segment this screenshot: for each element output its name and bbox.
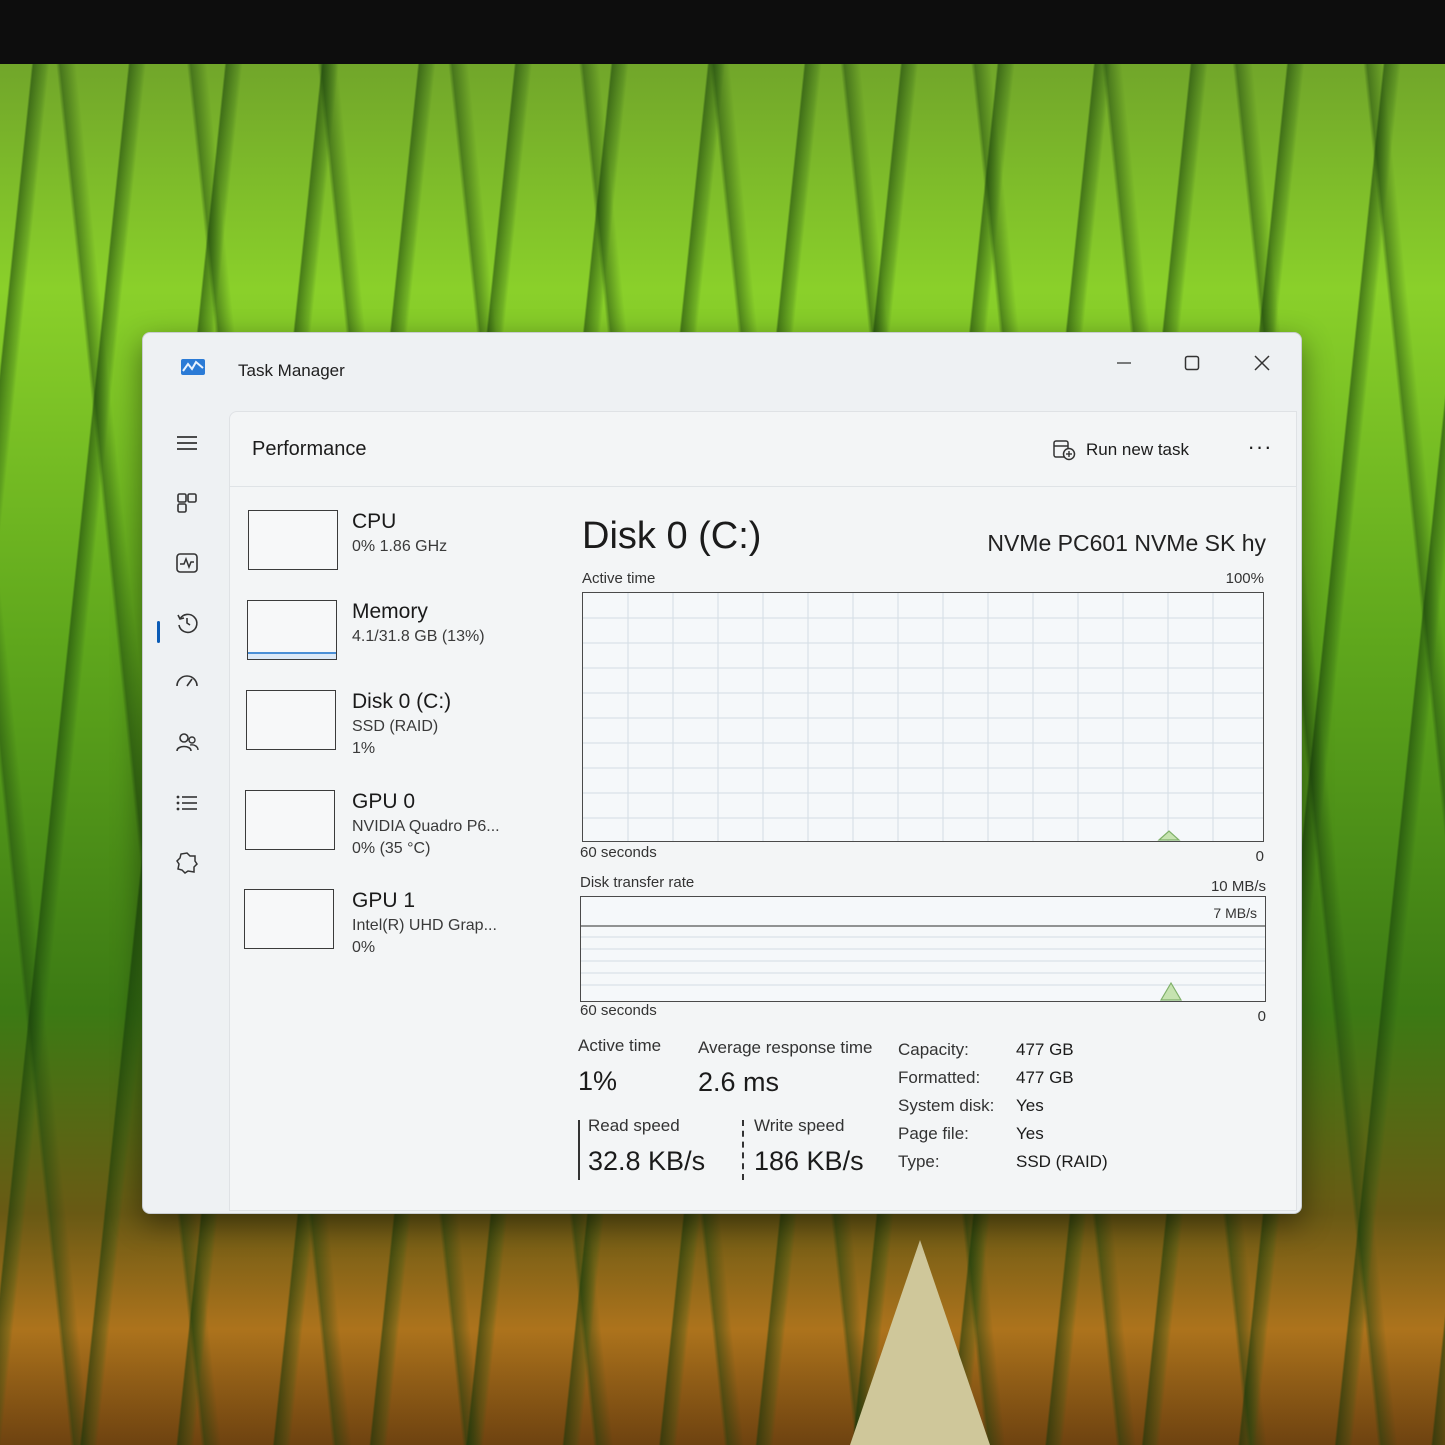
active-time-graph-span: 60 seconds (580, 844, 657, 861)
window-title: Task Manager (238, 361, 345, 380)
minimize-icon (1117, 362, 1131, 364)
transfer-graph-max: 10 MB/s (1210, 878, 1266, 895)
task-manager-app-icon (181, 359, 205, 375)
transfer-graph-marker: 7 MB/s (1213, 905, 1257, 921)
page-file-value: Yes (1016, 1124, 1044, 1143)
menu-button[interactable] (163, 423, 211, 463)
active-time-graph-max: 100% (1225, 570, 1264, 587)
gpu0-thumbnail-graph (245, 790, 335, 850)
write-speed-value: 186 KB/s (754, 1146, 864, 1176)
device-name: GPU 0 (352, 790, 416, 813)
details-icon (176, 795, 197, 811)
type-value: SSD (RAID) (1016, 1152, 1108, 1171)
device-detail: SSD (RAID) (352, 718, 439, 735)
device-item-memory[interactable]: Memory 4.1/31.8 GB (13%) (246, 600, 576, 674)
active-time-graph (582, 592, 1264, 842)
device-detail: NVIDIA Quadro P6... (352, 818, 500, 835)
active-time-stat-value: 1% (578, 1066, 618, 1096)
system-disk-value: Yes (1016, 1096, 1044, 1115)
run-new-task-button[interactable]: Run new task (1052, 436, 1189, 464)
close-icon (1254, 355, 1270, 371)
maximize-button[interactable] (1169, 343, 1215, 383)
startup-apps-icon (176, 675, 198, 687)
page-title: Performance (252, 438, 367, 460)
read-speed-legend-bar (578, 1120, 580, 1180)
capacity-label: Capacity: (898, 1040, 969, 1059)
device-detail: Intel(R) UHD Grap... (352, 917, 497, 934)
nav-selected-indicator (157, 621, 160, 643)
minimize-button[interactable] (1101, 343, 1147, 383)
detail-title: Disk 0 (C:) (582, 515, 762, 557)
capacity-value: 477 GB (1016, 1040, 1074, 1059)
device-detail: 0% 1.86 GHz (352, 538, 448, 555)
nav-services[interactable] (163, 843, 211, 883)
device-name: GPU 1 (352, 889, 416, 912)
nav-details[interactable] (163, 783, 211, 823)
nav-performance[interactable] (163, 543, 211, 583)
transfer-graph-label: Disk transfer rate (580, 874, 695, 891)
gpu1-thumbnail-graph (244, 889, 334, 949)
nav-startup-apps[interactable] (163, 663, 211, 703)
active-time-stat-label: Active time (578, 1036, 662, 1055)
navigation-rail (143, 407, 227, 1213)
device-item-cpu[interactable]: CPU 0% 1.86 GHz (246, 510, 576, 584)
write-speed-legend-bar (742, 1120, 744, 1180)
performance-icon (176, 553, 198, 573)
device-usage: 1% (352, 740, 376, 757)
more-options-button[interactable]: ··· (1242, 434, 1278, 464)
device-item-gpu1[interactable]: GPU 1 Intel(R) UHD Grap... 0% (244, 889, 576, 963)
maximize-icon (1184, 355, 1200, 371)
read-speed-value: 32.8 KB/s (588, 1146, 706, 1176)
menu-icon (177, 436, 197, 450)
run-new-task-label: Run new task (1086, 440, 1189, 459)
active-time-graph-label: Active time (582, 570, 656, 587)
monitor-bezel (0, 0, 1445, 64)
transfer-rate-graph-plot (581, 925, 1265, 1001)
transfer-graph-min: 0 (1257, 1008, 1266, 1025)
device-usage: 0% (35 °C) (352, 840, 431, 857)
services-icon (176, 852, 198, 874)
type-label: Type: (898, 1152, 940, 1171)
task-manager-window: Task Manager Performance Run new task ··… (142, 332, 1302, 1214)
avg-response-stat-label: Average response time (698, 1038, 873, 1057)
close-button[interactable] (1239, 343, 1285, 383)
avg-response-stat-value: 2.6 ms (698, 1067, 780, 1097)
processes-icon (177, 493, 197, 513)
active-time-graph-min: 0 (1255, 848, 1264, 865)
write-speed-label: Write speed (754, 1116, 845, 1135)
disk-model: NVMe PC601 NVMe SK hy (987, 530, 1266, 556)
formatted-value: 477 GB (1016, 1068, 1074, 1087)
transfer-graph-span: 60 seconds (580, 1002, 657, 1019)
device-usage: 0% (352, 939, 376, 956)
content-header: Performance Run new task ··· (230, 412, 1296, 487)
device-detail: 4.1/31.8 GB (13%) (352, 628, 485, 645)
read-speed-label: Read speed (588, 1116, 680, 1135)
formatted-label: Formatted: (898, 1068, 981, 1087)
disk-thumbnail-graph (246, 690, 336, 750)
title-bar[interactable]: Task Manager (143, 333, 1301, 407)
users-icon (176, 733, 199, 752)
system-disk-label: System disk: (898, 1096, 995, 1115)
nav-app-history[interactable] (163, 603, 211, 643)
app-history-icon (177, 613, 198, 634)
run-new-task-icon (1053, 440, 1076, 461)
performance-panel: Performance Run new task ··· CPU 0% 1.86… (229, 411, 1297, 1211)
nav-users[interactable] (163, 723, 211, 763)
page-file-label: Page file: (898, 1124, 969, 1143)
device-item-disk0[interactable]: Disk 0 (C:) SSD (RAID) 1% (246, 690, 576, 764)
memory-thumbnail-graph (247, 600, 337, 660)
active-time-graph-plot (583, 593, 1263, 841)
device-name: Memory (352, 600, 428, 623)
device-name: CPU (352, 510, 397, 533)
nav-processes[interactable] (163, 483, 211, 523)
wallpaper-path (850, 1240, 990, 1445)
device-item-gpu0[interactable]: GPU 0 NVIDIA Quadro P6... 0% (35 °C) (245, 790, 576, 864)
cpu-thumbnail-graph (248, 510, 338, 570)
device-name: Disk 0 (C:) (352, 690, 452, 713)
transfer-rate-graph: 7 MB/s (580, 896, 1266, 1002)
